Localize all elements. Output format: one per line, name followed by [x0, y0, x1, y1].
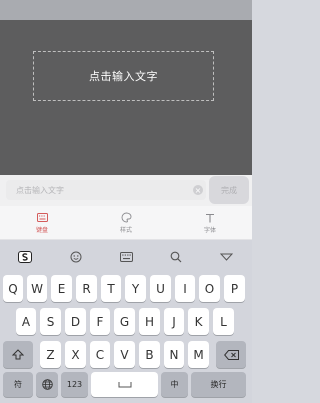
key-l[interactable]: L	[213, 308, 234, 335]
tab-label: 键盘	[35, 226, 48, 234]
numbers-key[interactable]: 123	[61, 372, 88, 397]
backspace-icon	[223, 349, 239, 360]
key-b[interactable]: B	[139, 341, 160, 368]
shift-icon	[12, 349, 24, 360]
tab-keyboard[interactable]: 键盘	[0, 206, 84, 239]
key-t[interactable]: T	[101, 275, 121, 302]
tab-style[interactable]: 样式	[84, 206, 168, 239]
key-r[interactable]: R	[76, 275, 97, 302]
key-g[interactable]: G	[114, 308, 135, 335]
keyboard-toggle-icon[interactable]	[101, 243, 151, 271]
key-v[interactable]: V	[114, 341, 135, 368]
key-p[interactable]: P	[224, 275, 245, 302]
key-y[interactable]: Y	[125, 275, 146, 302]
backspace-key[interactable]	[216, 341, 246, 368]
key-q[interactable]: Q	[3, 275, 23, 302]
globe-key[interactable]	[36, 372, 58, 397]
key-k[interactable]: K	[188, 308, 209, 335]
key-m[interactable]: M	[188, 341, 209, 368]
palette-icon	[120, 212, 132, 224]
space-key[interactable]	[91, 372, 158, 397]
top-bezel	[0, 0, 252, 20]
key-d[interactable]: D	[65, 308, 86, 335]
key-h[interactable]: H	[139, 308, 160, 335]
key-w[interactable]: W	[27, 275, 47, 302]
key-s[interactable]: S	[40, 308, 61, 335]
search-icon[interactable]	[151, 243, 201, 271]
text-t-icon	[204, 212, 216, 224]
format-tab-bar: 键盘 样式 字体	[0, 206, 252, 240]
tab-label: 字体	[203, 226, 216, 234]
key-a[interactable]: A	[16, 308, 36, 335]
keyboard-toolbar	[0, 243, 252, 271]
text-input[interactable]	[6, 180, 206, 200]
key-u[interactable]: U	[150, 275, 171, 302]
return-key[interactable]: 换行	[191, 372, 246, 397]
tab-font[interactable]: 字体	[168, 206, 252, 239]
key-c[interactable]: C	[90, 341, 110, 368]
key-i[interactable]: I	[175, 275, 195, 302]
symbols-key[interactable]: 符	[3, 372, 33, 397]
clear-icon[interactable]: ×	[193, 185, 203, 195]
text-canvas-box[interactable]: 点击输入文字	[33, 51, 214, 101]
language-switch-key[interactable]: 中	[161, 372, 188, 397]
canvas-text: 点击输入文字	[89, 70, 158, 83]
key-z[interactable]: Z	[40, 341, 61, 368]
emoji-icon[interactable]	[50, 243, 100, 271]
language-switch-label: 中	[170, 380, 179, 389]
space-bar-icon	[118, 382, 131, 388]
sogou-logo-icon[interactable]	[0, 243, 50, 271]
key-n[interactable]: N	[164, 341, 184, 368]
editor-area: 点击输入文字	[0, 20, 252, 175]
key-o[interactable]: O	[199, 275, 220, 302]
globe-icon	[41, 379, 53, 390]
key-f[interactable]: F	[90, 308, 110, 335]
screen: 点击输入文字 × 完成 键盘 样式 字体	[0, 0, 252, 403]
done-button[interactable]: 完成	[209, 176, 249, 204]
key-e[interactable]: E	[51, 275, 72, 302]
keyboard-icon	[36, 212, 48, 224]
tab-label: 样式	[119, 226, 132, 234]
shift-key[interactable]	[3, 341, 33, 368]
key-j[interactable]: J	[164, 308, 184, 335]
key-x[interactable]: X	[65, 341, 86, 368]
collapse-icon[interactable]	[202, 243, 252, 271]
